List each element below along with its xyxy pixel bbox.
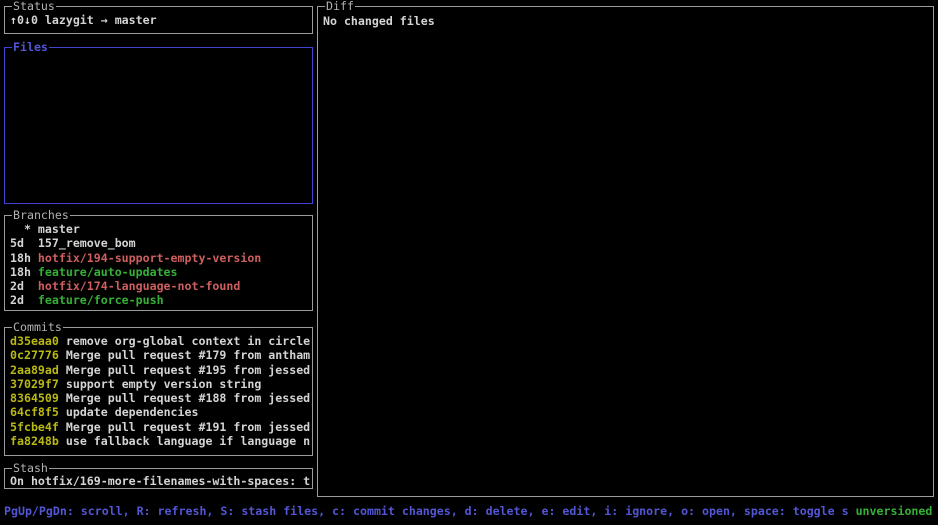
commit-hash: 8364509: [10, 391, 59, 405]
commit-hash: 5fcbe4f: [10, 420, 59, 434]
branch-name: feature/auto-updates: [38, 265, 178, 279]
commit-message: support empty version string: [59, 377, 261, 391]
branch-row[interactable]: 18h hotfix/194-support-empty-version: [10, 251, 310, 265]
branch-row[interactable]: 2d feature/force-push: [10, 293, 310, 307]
branch-recency: 18h: [10, 265, 38, 279]
branch-recency: 5d: [10, 236, 38, 250]
diff-panel[interactable]: Diff No changed files: [317, 6, 934, 497]
commit-hash: 37029f7: [10, 377, 59, 391]
lazygit-terminal: Status ↑0↓0 lazygit → master Files Branc…: [0, 0, 938, 525]
stash-panel[interactable]: Stash On hotfix/169-more-filenames-with-…: [4, 468, 313, 489]
commit-row[interactable]: d35eaa0 remove org-global context in cir…: [10, 334, 310, 348]
keybindings-bar: PgUp/PgDn: scroll, R: refresh, S: stash …: [4, 504, 938, 518]
commit-row[interactable]: 0c27776 Merge pull request #179 from ant…: [10, 348, 310, 362]
branch-recency: 2d: [10, 293, 38, 307]
status-panel-body: ↑0↓0 lazygit → master: [5, 7, 312, 33]
unversioned-status-label: unversioned: [856, 504, 933, 518]
branch-row[interactable]: * master: [10, 222, 310, 236]
commit-hash: fa8248b: [10, 434, 59, 448]
commit-row[interactable]: 64cf8f5 update dependencies: [10, 405, 310, 419]
commits-list: d35eaa0 remove org-global context in cir…: [5, 328, 312, 455]
branch-recency: 18h: [10, 251, 38, 265]
branches-list: * master 5d 157_remove_bom 18h hotfix/19…: [5, 216, 312, 310]
commit-row[interactable]: 5fcbe4f Merge pull request #191 from jes…: [10, 420, 310, 434]
branch-name: feature/force-push: [38, 293, 164, 307]
commit-hash: 0c27776: [10, 348, 59, 362]
diff-message: No changed files: [323, 14, 929, 28]
stash-entry[interactable]: On hotfix/169-more-filenames-with-spaces…: [10, 474, 310, 488]
files-list[interactable]: [5, 48, 312, 203]
stash-panel-body: On hotfix/169-more-filenames-with-spaces…: [5, 469, 312, 488]
commit-message: Merge pull request #188 from jessed: [59, 391, 310, 405]
commit-message: update dependencies: [59, 405, 199, 419]
branch-row[interactable]: 18h feature/auto-updates: [10, 265, 310, 279]
commit-row[interactable]: 37029f7 support empty version string: [10, 377, 310, 391]
commit-row[interactable]: 8364509 Merge pull request #188 from jes…: [10, 391, 310, 405]
commit-hash: d35eaa0: [10, 334, 59, 348]
branch-name: 157_remove_bom: [38, 236, 136, 250]
commit-hash: 2aa89ad: [10, 363, 59, 377]
commit-message: use fallback language if language n: [59, 434, 310, 448]
commit-hash: 64cf8f5: [10, 405, 59, 419]
branch-name: hotfix/174-language-not-found: [38, 279, 240, 293]
commit-message: Merge pull request #191 from jessed: [59, 420, 310, 434]
branch-recency: 2d: [10, 279, 38, 293]
commit-row[interactable]: fa8248b use fallback language if languag…: [10, 434, 310, 448]
commit-message: Merge pull request #179 from antham: [59, 348, 310, 362]
diff-panel-body: No changed files: [318, 7, 933, 496]
commits-panel[interactable]: Commits d35eaa0 remove org-global contex…: [4, 327, 313, 456]
status-panel[interactable]: Status ↑0↓0 lazygit → master: [4, 6, 313, 34]
commit-message: Merge pull request #195 from jessed: [59, 363, 310, 377]
files-panel[interactable]: Files: [4, 47, 313, 204]
commit-row[interactable]: 2aa89ad Merge pull request #195 from jes…: [10, 363, 310, 377]
status-line: ↑0↓0 lazygit → master: [10, 13, 308, 27]
branch-name: master: [38, 222, 80, 236]
branches-panel[interactable]: Branches * master 5d 157_remove_bom 18h …: [4, 215, 313, 311]
keybindings-hints: PgUp/PgDn: scroll, R: refresh, S: stash …: [4, 504, 856, 518]
branch-recency: *: [10, 222, 38, 236]
branch-name: hotfix/194-support-empty-version: [38, 251, 261, 265]
branch-row[interactable]: 2d hotfix/174-language-not-found: [10, 279, 310, 293]
commit-message: remove org-global context in circle: [59, 334, 310, 348]
branch-row[interactable]: 5d 157_remove_bom: [10, 236, 310, 250]
